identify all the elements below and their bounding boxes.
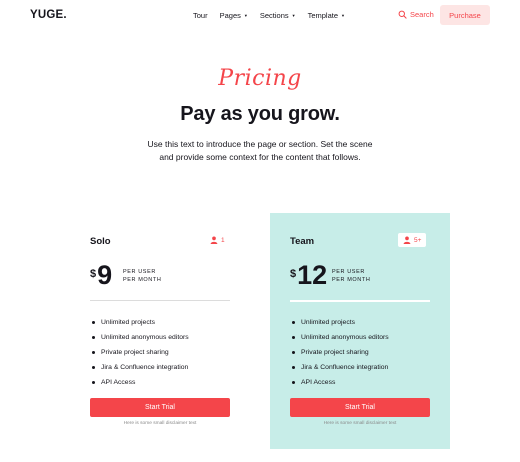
seat-count: 1 — [221, 236, 225, 244]
feature-label: API Access — [101, 379, 136, 386]
feature-label: Jira & Confluence integration — [301, 364, 389, 371]
divider — [290, 300, 430, 302]
nav-item-tour[interactable]: Tour — [193, 11, 208, 20]
seat-count-badge: 5+ — [398, 233, 427, 247]
bullet-icon — [292, 351, 295, 354]
nav-item-label: Sections — [259, 11, 289, 20]
pricing-card-team: Team 5+ $ 12 PER USER PER MONTH Unlimite… — [270, 213, 450, 449]
plan-name: Team — [290, 236, 315, 247]
nav-item-label: Tour — [193, 11, 208, 20]
price-amount: 9 — [97, 260, 113, 290]
nav-item-label: Pages — [219, 11, 241, 20]
price-unit: PER USER PER MONTH — [123, 268, 161, 284]
price: $ 12 — [290, 261, 327, 289]
feature-list: Unlimited projects Unlimited anonymous e… — [292, 315, 389, 390]
feature-item: Unlimited anonymous editors — [92, 330, 189, 345]
section-description: Use this text to introduce the page or s… — [147, 139, 373, 162]
nav-item-template[interactable]: Template ▼ — [308, 11, 345, 20]
price-currency: $ — [90, 268, 97, 280]
chevron-down-icon: ▼ — [243, 13, 248, 18]
price-currency: $ — [290, 268, 297, 280]
search-icon — [398, 10, 407, 19]
bullet-icon — [292, 336, 295, 339]
plan-name: Solo — [90, 236, 111, 247]
disclaimer-text: Here is some small disclaimer text — [323, 421, 397, 426]
chevron-down-icon: ▼ — [291, 13, 296, 18]
feature-item: Unlimited projects — [92, 315, 189, 330]
feature-item: API Access — [92, 375, 189, 390]
price-unit: PER USER PER MONTH — [332, 268, 370, 284]
feature-item: Unlimited anonymous editors — [292, 330, 389, 345]
feature-label: Jira & Confluence integration — [101, 364, 189, 371]
feature-item: Private project sharing — [292, 345, 389, 360]
start-trial-button[interactable]: Start Trial — [90, 398, 230, 417]
bullet-icon — [292, 321, 295, 324]
chevron-down-icon: ▼ — [341, 13, 345, 18]
purchase-button[interactable]: Purchase — [440, 5, 490, 25]
seat-count: 5+ — [414, 236, 422, 244]
user-icon — [210, 236, 218, 244]
section-eyebrow: Pricing — [218, 66, 302, 91]
bullet-icon — [92, 381, 95, 384]
nav-item-sections[interactable]: Sections ▼ — [260, 11, 296, 20]
divider — [90, 300, 230, 301]
feature-label: API Access — [301, 379, 336, 386]
feature-item: API Access — [292, 375, 389, 390]
price: $ 9 — [90, 261, 112, 289]
feature-label: Private project sharing — [101, 349, 169, 356]
bullet-icon — [92, 336, 95, 339]
price-unit-line: PER MONTH — [332, 277, 371, 283]
feature-label: Unlimited anonymous editors — [101, 334, 189, 341]
feature-list: Unlimited projects Unlimited anonymous e… — [92, 315, 189, 390]
price-unit-line: PER USER — [123, 269, 156, 275]
feature-item: Private project sharing — [92, 345, 189, 360]
logo[interactable]: YUGE. — [30, 9, 67, 21]
price-amount: 12 — [297, 260, 328, 290]
bullet-icon — [292, 381, 295, 384]
price-unit-line: PER MONTH — [123, 277, 162, 283]
search-label: Search — [410, 10, 434, 19]
page-title: Pay as you grow. — [180, 103, 340, 125]
user-icon — [403, 236, 411, 244]
pricing-card-solo: Solo 1 $ 9 PER USER PER MONTH Unlimited … — [70, 213, 250, 449]
feature-label: Unlimited anonymous editors — [301, 334, 389, 341]
feature-item: Jira & Confluence integration — [292, 360, 389, 375]
main-nav: Tour Pages ▼ Sections ▼ Template ▼ — [193, 11, 345, 20]
feature-item: Jira & Confluence integration — [92, 360, 189, 375]
price-unit-line: PER USER — [332, 269, 365, 275]
start-trial-button[interactable]: Start Trial — [290, 398, 430, 417]
search-button[interactable]: Search — [398, 10, 434, 19]
bullet-icon — [292, 366, 295, 369]
disclaimer-text: Here is some small disclaimer text — [123, 421, 197, 426]
feature-item: Unlimited projects — [292, 315, 389, 330]
feature-label: Unlimited projects — [101, 319, 156, 326]
feature-label: Private project sharing — [301, 349, 369, 356]
bullet-icon — [92, 351, 95, 354]
bullet-icon — [92, 321, 95, 324]
bullet-icon — [92, 366, 95, 369]
top-navbar: YUGE. Tour Pages ▼ Sections ▼ Template ▼… — [0, 0, 520, 32]
nav-item-pages[interactable]: Pages ▼ — [220, 11, 248, 20]
feature-label: Unlimited projects — [301, 319, 356, 326]
nav-item-label: Template — [307, 11, 339, 20]
seat-count-badge: 1 — [210, 236, 225, 244]
